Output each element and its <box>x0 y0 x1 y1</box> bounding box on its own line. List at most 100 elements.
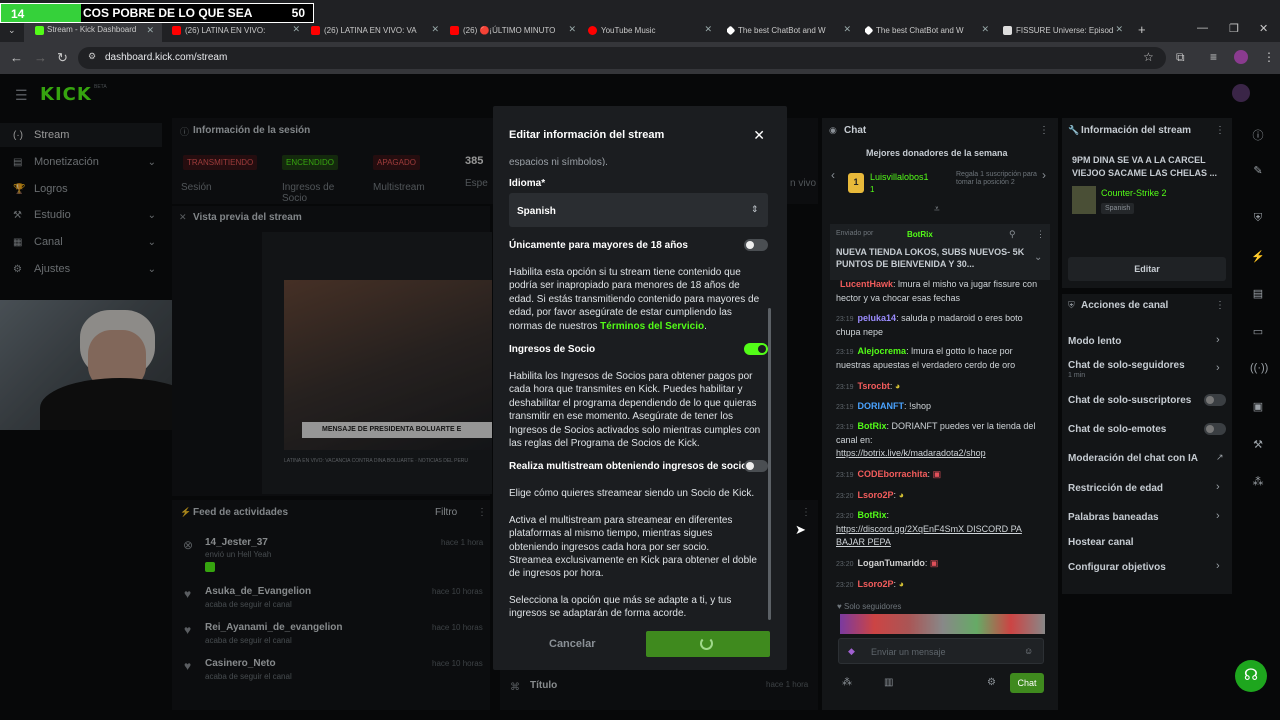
back-icon[interactable]: ← <box>10 50 23 65</box>
action-subs-only[interactable]: Chat de solo-suscriptores <box>1068 395 1191 406</box>
layers-icon[interactable]: ▣ <box>1250 400 1266 416</box>
close-icon[interactable]: ✕ <box>753 127 765 144</box>
more-options-icon[interactable]: ⋮ <box>1039 125 1049 136</box>
apps-icon[interactable]: ⁂ <box>1250 475 1266 491</box>
chat-link[interactable]: https://botrix.live/k/madaradota2/shop <box>836 447 1046 460</box>
chevron-down-icon[interactable]: ⌄ <box>1034 252 1042 263</box>
site-info-icon[interactable]: ⚙ <box>88 51 96 62</box>
adult-toggle[interactable] <box>744 239 768 251</box>
tab-youtube-2[interactable]: (26) LATINA EN VIVO: VA ✕ <box>311 22 439 38</box>
action-slow-mode[interactable]: Modo lento <box>1068 336 1121 347</box>
chat-username[interactable]: DORIANFT <box>858 401 905 411</box>
chevron-right-icon[interactable]: › <box>1216 510 1220 522</box>
chat-username[interactable]: BotRix <box>858 421 887 431</box>
emote-bar[interactable] <box>840 614 1045 634</box>
chat-username[interactable]: BotRix <box>858 510 887 520</box>
chat-username[interactable]: peluka14 <box>858 313 897 323</box>
store-icon[interactable]: ▥ <box>884 677 893 688</box>
tab-chatbot-2[interactable]: The best ChatBot and W ✕ <box>865 22 989 38</box>
chat-bubble-icon[interactable]: ▭ <box>1250 325 1266 341</box>
tab-fissure[interactable]: FISSURE Universe: Episod ✕ <box>1003 22 1123 38</box>
reload-icon[interactable]: ↻ <box>57 50 68 66</box>
partner-toggle[interactable] <box>744 343 768 355</box>
close-icon[interactable]: ✕ <box>1115 24 1123 35</box>
pencil-icon[interactable]: ✎ <box>1250 164 1266 180</box>
tab-youtube-1[interactable]: (26) LATINA EN VIVO: ✕ <box>172 22 300 38</box>
close-icon[interactable]: ✕ <box>431 24 439 35</box>
chat-username[interactable]: LucentHawk <box>840 279 893 289</box>
pin-icon[interactable]: ⚲ <box>1009 229 1016 240</box>
action-configure-goals[interactable]: Configurar objetivos <box>1068 562 1166 573</box>
chat-username[interactable]: Alejocrema <box>858 346 907 356</box>
chevron-left-icon[interactable]: ‹ <box>831 168 835 182</box>
chat-username[interactable]: Lsoro2P <box>858 490 894 500</box>
chevron-right-icon[interactable]: › <box>1216 334 1220 346</box>
close-icon[interactable]: ✕ <box>146 25 154 36</box>
chevron-right-icon[interactable]: › <box>1216 362 1220 374</box>
restore-icon[interactable]: ❐ <box>1229 22 1239 35</box>
document-icon[interactable]: ▤ <box>1250 287 1266 303</box>
close-icon[interactable]: ✕ <box>568 24 576 35</box>
broadcast-icon[interactable]: ((·)) <box>1250 362 1268 378</box>
chevron-right-icon[interactable]: › <box>1216 560 1220 572</box>
support-chat-icon[interactable]: ☊ <box>1235 660 1267 692</box>
lightning-icon[interactable]: ⚡ <box>1250 250 1266 266</box>
browser-menu-icon[interactable]: ⋮ <box>1263 50 1275 64</box>
profile-avatar[interactable] <box>1234 50 1248 64</box>
tab-chatbot-1[interactable]: The best ChatBot and W ✕ <box>727 22 851 38</box>
window-close-icon[interactable]: ✕ <box>1259 22 1268 35</box>
smiley-icon[interactable]: ☺ <box>1024 646 1033 656</box>
action-followers-only[interactable]: Chat de solo-seguidores <box>1068 360 1185 371</box>
chat-message: 23:19 peluka14: saluda p madaroid o eres … <box>836 312 1046 339</box>
modal-scrollbar[interactable] <box>768 308 771 620</box>
chat-username[interactable]: Tsrocbt <box>858 381 890 391</box>
close-icon[interactable]: ✕ <box>704 24 712 35</box>
chat-settings-icon[interactable]: ⚙ <box>987 677 996 688</box>
close-icon[interactable]: ✕ <box>981 24 989 35</box>
minimize-icon[interactable]: — <box>1197 22 1208 34</box>
external-link-icon[interactable]: ↗ <box>1216 452 1224 463</box>
close-icon[interactable]: ✕ <box>292 24 300 35</box>
terms-link[interactable]: Términos del Servicio <box>600 321 704 332</box>
multistream-toggle[interactable] <box>744 460 768 472</box>
pin-collapse-icon[interactable]: ⩡ <box>934 204 940 215</box>
action-host-channel[interactable]: Hostear canal <box>1068 537 1134 548</box>
chevron-right-icon[interactable]: › <box>1216 481 1220 493</box>
send-chat-button[interactable]: Chat <box>1010 673 1044 693</box>
chat-tools-icon[interactable]: ⁂ <box>842 677 852 688</box>
chat-username[interactable]: LoganTumarido <box>858 558 925 568</box>
tab-youtube-music[interactable]: YouTube Music ✕ <box>588 22 712 38</box>
tab-youtube-3[interactable]: (26) 🔴¡ÚLTIMO MINUTO ✕ <box>450 22 576 38</box>
more-options-icon[interactable]: ⋮ <box>1215 300 1225 311</box>
cancel-button[interactable]: Cancelar <box>549 638 595 650</box>
extensions-icon[interactable]: ⧉ <box>1176 50 1185 65</box>
action-banned-words[interactable]: Palabras baneadas <box>1068 512 1159 523</box>
chat-username[interactable]: Lsoro2P <box>858 579 894 589</box>
more-options-icon[interactable]: ⋮ <box>1036 229 1045 240</box>
new-tab-icon[interactable]: + <box>1138 22 1146 37</box>
address-bar[interactable]: dashboard.kick.com/stream <box>78 47 1166 69</box>
emotes-only-toggle[interactable] <box>1204 423 1226 435</box>
wrench-icon[interactable]: ⚒ <box>1250 438 1266 454</box>
close-icon[interactable]: ✕ <box>843 24 851 35</box>
chat-username[interactable]: CODEborrachita <box>858 469 928 479</box>
edit-stream-button[interactable]: Editar <box>1068 257 1226 281</box>
category-name[interactable]: Counter-Strike 2 <box>1101 188 1167 198</box>
chat-link[interactable]: https://discord.gg/2XqEnF4SmX DISCORD PA… <box>836 523 1046 549</box>
media-control-icon[interactable]: ≡ <box>1210 50 1217 64</box>
subs-only-toggle[interactable] <box>1204 394 1226 406</box>
chat-input[interactable]: Enviar un mensaje <box>838 638 1044 664</box>
tab-list-icon[interactable]: ⌄ <box>8 25 16 36</box>
idioma-select[interactable]: Spanish <box>509 193 768 227</box>
chevron-right-icon[interactable]: › <box>1042 168 1046 182</box>
bookmark-star-icon[interactable]: ☆ <box>1143 50 1154 64</box>
shield-icon[interactable]: ⛨ <box>1250 212 1266 228</box>
forward-icon[interactable]: → <box>34 50 47 65</box>
action-ai-moderation[interactable]: Moderación del chat con IA <box>1068 453 1198 464</box>
action-emotes-only[interactable]: Chat de solo-emotes <box>1068 424 1166 435</box>
action-age-restriction[interactable]: Restricción de edad <box>1068 483 1163 494</box>
save-button[interactable] <box>646 631 770 657</box>
info-icon[interactable]: ⓘ <box>1250 127 1266 143</box>
emote-picker-icon[interactable]: ◆ <box>848 646 855 657</box>
more-options-icon[interactable]: ⋮ <box>1215 125 1225 136</box>
